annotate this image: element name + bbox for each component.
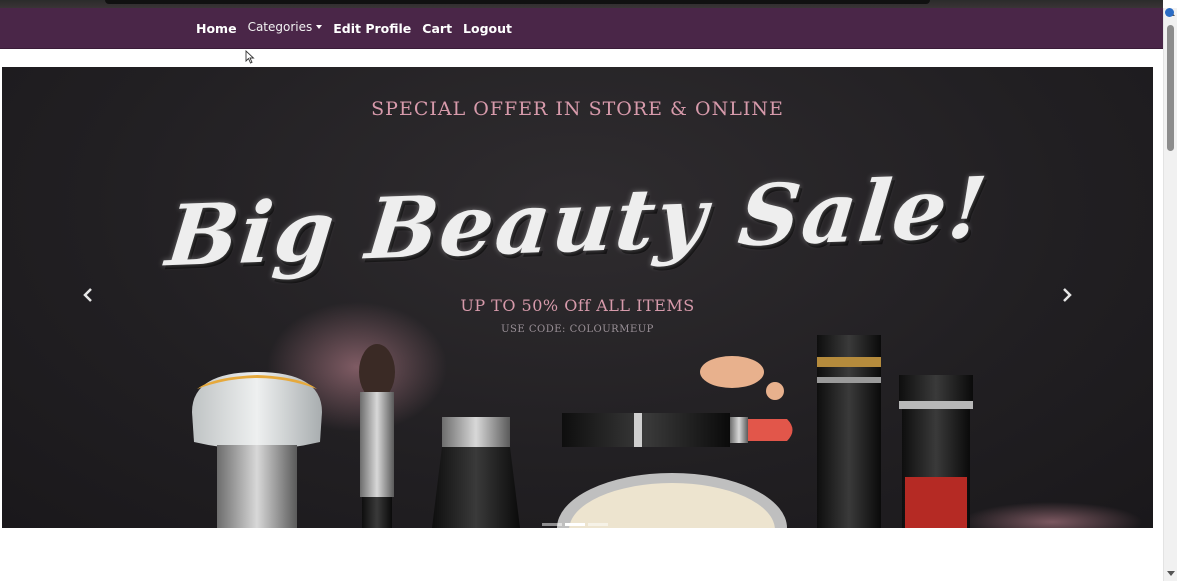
nav-categories-label: Categories bbox=[247, 20, 313, 34]
navbar: Home Categories Edit Profile Cart Logout bbox=[0, 8, 1163, 49]
page-scrollbar[interactable] bbox=[1163, 8, 1177, 581]
chevron-right-icon bbox=[1063, 288, 1072, 302]
carousel-indicator-3[interactable] bbox=[588, 523, 608, 526]
chevron-left-icon bbox=[83, 288, 92, 302]
nav-categories-dropdown[interactable]: Categories bbox=[248, 20, 323, 34]
carousel-prev-button[interactable] bbox=[78, 285, 98, 311]
scroll-down-arrow-icon[interactable] bbox=[1167, 571, 1175, 576]
nav-home-link[interactable]: Home bbox=[196, 21, 237, 36]
mouse-cursor-icon bbox=[245, 50, 255, 64]
carousel-indicator-2[interactable] bbox=[565, 523, 585, 526]
promo-carousel: SPECIAL OFFER IN STORE & ONLINE Big Beau… bbox=[2, 67, 1153, 528]
nav-cart-link[interactable]: Cart bbox=[422, 21, 452, 36]
nav-edit-profile-link[interactable]: Edit Profile bbox=[333, 21, 411, 36]
nav-logout-link[interactable]: Logout bbox=[463, 21, 512, 36]
scroll-thumb[interactable] bbox=[1167, 25, 1174, 151]
carousel-indicators bbox=[542, 523, 611, 526]
carousel-next-button[interactable] bbox=[1057, 285, 1077, 311]
window-top-strip bbox=[0, 0, 1163, 8]
window-top-bar bbox=[105, 0, 930, 4]
nav-list: Home Categories Edit Profile Cart Logout bbox=[196, 8, 523, 48]
window-right-edge bbox=[1177, 0, 1187, 581]
carousel-indicator-1[interactable] bbox=[542, 523, 562, 526]
makeup-products-illustration bbox=[192, 302, 1142, 528]
caret-down-icon bbox=[316, 25, 323, 29]
corner-indicator-icon bbox=[1165, 8, 1174, 17]
